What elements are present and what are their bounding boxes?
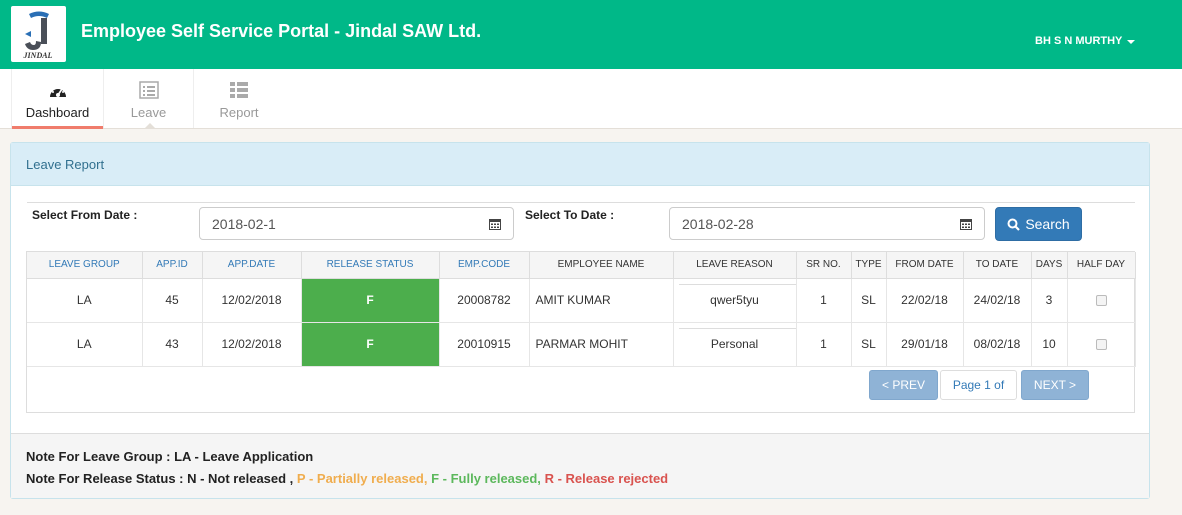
tab-leave[interactable]: Leave	[104, 69, 194, 129]
col-release-status[interactable]: RELEASE STATUS	[301, 252, 440, 279]
calendar-icon[interactable]	[489, 218, 501, 230]
half-day-checkbox[interactable]	[1095, 339, 1107, 351]
search-icon	[1007, 218, 1021, 231]
from-date-input[interactable]	[200, 208, 513, 239]
col-app-date[interactable]: APP.DATE	[202, 252, 302, 279]
col-leave-reason: LEAVE REASON	[673, 252, 797, 279]
tab-dashboard-label: Dashboard	[25, 105, 90, 120]
cell-half-day	[1067, 278, 1136, 323]
col-half-day: HALF DAY	[1067, 252, 1136, 279]
status-note-full: F - Fully released,	[431, 471, 541, 486]
cell-from-date: 29/01/18	[886, 322, 964, 367]
cell-sr-no: 1	[796, 322, 852, 367]
tab-dashboard[interactable]: Dashboard	[11, 69, 104, 129]
cell-type: SL	[851, 322, 887, 367]
notes-footer: Note For Leave Group : LA - Leave Applic…	[11, 433, 1149, 498]
cell-to-date: 24/02/18	[963, 278, 1032, 323]
cell-app-id: 43	[142, 322, 203, 367]
leave-group-note: Note For Leave Group : LA - Leave Applic…	[26, 449, 314, 464]
cell-app-date: 12/02/2018	[202, 278, 302, 323]
cell-sr-no: 1	[796, 278, 852, 323]
to-date-input[interactable]	[670, 208, 984, 239]
table-row[interactable]: LA 43 12/02/2018 F 20010915 PARMAR MOHIT…	[27, 322, 1136, 367]
caret-down-icon	[1127, 39, 1136, 44]
reason-divider	[678, 327, 796, 329]
tab-report-label: Report	[219, 105, 259, 120]
leave-table: LEAVE GROUP APP.ID APP.DATE RELEASE STAT…	[27, 252, 1136, 367]
col-from-date: FROM DATE	[886, 252, 964, 279]
search-button[interactable]: Search	[995, 207, 1082, 241]
reason-divider	[678, 283, 796, 285]
cell-leave-reason: qwer5tyu	[673, 278, 797, 323]
list-icon	[138, 81, 159, 99]
release-status-note: Note For Release Status : N - Not releas…	[26, 471, 668, 486]
col-app-id[interactable]: APP.ID	[142, 252, 203, 279]
cell-type: SL	[851, 278, 887, 323]
cell-employee-name: PARMAR MOHIT	[529, 322, 674, 367]
cell-from-date: 22/02/18	[886, 278, 964, 323]
cell-days: 10	[1031, 322, 1068, 367]
search-button-label: Search	[1025, 216, 1070, 232]
cell-app-date: 12/02/2018	[202, 322, 302, 367]
from-date-field[interactable]	[199, 207, 514, 240]
panel-header: Leave Report	[11, 143, 1149, 186]
half-day-checkbox[interactable]	[1095, 295, 1107, 307]
to-date-field[interactable]	[669, 207, 985, 240]
cell-to-date: 08/02/18	[963, 322, 1032, 367]
col-to-date: TO DATE	[963, 252, 1032, 279]
status-note-prefix: Note For Release Status : N - Not releas…	[26, 471, 294, 486]
cell-emp-code: 20008782	[439, 278, 530, 323]
leave-report-panel: Leave Report Select From Date : Select T…	[10, 142, 1150, 499]
tab-bar: Dashboard Leave Report	[0, 69, 1182, 129]
cell-app-id: 45	[142, 278, 203, 323]
user-menu[interactable]: BH S N MURTHY	[1035, 35, 1136, 47]
calendar-icon[interactable]	[960, 218, 972, 230]
cell-leave-group: LA	[27, 322, 143, 367]
user-name: BH S N MURTHY	[1035, 35, 1123, 47]
list-alt-icon	[230, 82, 248, 98]
to-date-label: Select To Date :	[525, 208, 615, 222]
cell-leave-group: LA	[27, 278, 143, 323]
tab-leave-label: Leave	[130, 105, 167, 120]
leave-reason-text: qwer5tyu	[710, 293, 759, 307]
cell-leave-reason: Personal	[673, 322, 797, 367]
prev-page-button[interactable]: < PREV	[869, 370, 938, 400]
col-sr-no: SR NO.	[796, 252, 852, 279]
panel-title: Leave Report	[26, 157, 105, 172]
filter-divider	[27, 202, 1135, 203]
from-date-label: Select From Date :	[32, 208, 138, 222]
cell-release-status: F	[301, 278, 440, 323]
cell-release-status: F	[301, 322, 440, 367]
cell-half-day	[1067, 322, 1136, 367]
col-leave-group[interactable]: LEAVE GROUP	[27, 252, 143, 279]
status-note-partial: P - Partially released,	[296, 471, 428, 486]
col-employee-name: EMPLOYEE NAME	[529, 252, 674, 279]
app-title: Employee Self Service Portal - Jindal SA…	[81, 21, 482, 41]
page-indicator: Page 1 of	[940, 370, 1017, 400]
table-header-row: LEAVE GROUP APP.ID APP.DATE RELEASE STAT…	[27, 252, 1136, 279]
table-row[interactable]: LA 45 12/02/2018 F 20008782 AMIT KUMAR q…	[27, 278, 1136, 323]
next-page-button[interactable]: NEXT >	[1021, 370, 1089, 400]
top-header: JINDAL Employee Self Service Portal - Ji…	[0, 0, 1182, 69]
col-type: TYPE	[851, 252, 887, 279]
status-note-rejected: R - Release rejected	[544, 471, 669, 486]
col-days: DAYS	[1031, 252, 1068, 279]
tab-report[interactable]: Report	[194, 69, 284, 128]
logo-text: JINDAL	[23, 51, 53, 60]
leave-reason-text: Personal	[710, 337, 759, 351]
dashboard-icon	[49, 85, 66, 97]
cell-days: 3	[1031, 278, 1068, 323]
cell-emp-code: 20010915	[439, 322, 530, 367]
col-emp-code[interactable]: EMP.CODE	[439, 252, 530, 279]
cell-employee-name: AMIT KUMAR	[529, 278, 674, 323]
jindal-logo[interactable]: JINDAL	[11, 6, 66, 62]
